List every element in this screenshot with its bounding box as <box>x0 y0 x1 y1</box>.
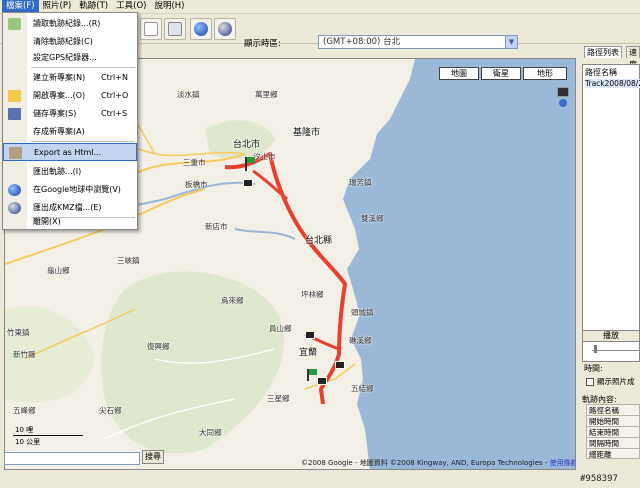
place-xindian: 新店市 <box>205 222 228 231</box>
map-type-satellite-button[interactable]: 衛星 <box>481 67 521 80</box>
place-taipei-city: 台北市 <box>233 140 261 150</box>
copyright-text: ©2008 Google - 地圖資料 ©2008 Kingway, AND, … <box>301 459 550 467</box>
map-scale: 10 哩 10 公里 <box>13 425 103 447</box>
search-button[interactable]: 搜尋 <box>142 450 164 464</box>
place-guishan: 龜山鄉 <box>47 266 70 275</box>
photo-marker-icon[interactable] <box>305 331 315 339</box>
slider-thumb[interactable] <box>594 345 597 353</box>
place-wujie: 五結鄉 <box>351 384 374 393</box>
globe-icon <box>8 184 21 196</box>
place-zhudong: 竹東鎮 <box>7 328 30 337</box>
export-html-icon <box>9 147 22 159</box>
photo-marker-icon[interactable] <box>317 377 327 385</box>
kmz-button[interactable] <box>214 18 236 40</box>
place-shuangxi: 雙溪鄉 <box>361 214 384 223</box>
search-input[interactable] <box>4 452 140 465</box>
place-sanchong: 三重市 <box>183 158 206 167</box>
timezone-value: (GMT+08:00) 台北 <box>323 37 401 47</box>
menu-item-export-track[interactable]: 匯出軌跡...(I) <box>3 163 137 181</box>
route-list[interactable]: 路徑名稱 Track2008/08/23_ <box>582 64 640 362</box>
menu-separator <box>31 67 135 68</box>
track-info-row: 開始時間 <box>586 415 640 426</box>
terms-link[interactable]: 使用條款 <box>550 459 575 467</box>
menu-item-exit[interactable]: 離開(X) <box>3 213 137 231</box>
camera-icon[interactable] <box>557 87 569 97</box>
place-jiaoxi: 礁溪鄉 <box>349 336 372 345</box>
play-button[interactable]: 播放 <box>582 330 640 342</box>
track-info-row: 結束時間 <box>586 426 640 437</box>
timezone-select[interactable]: (GMT+08:00) 台北 ▼ <box>318 35 518 49</box>
place-taipei-county: 台北縣 <box>305 236 333 246</box>
place-jianshi: 尖石鄉 <box>99 406 122 415</box>
menu-item-save-as[interactable]: 存成新專案(A) <box>3 123 137 141</box>
place-banqiao: 板橋市 <box>185 180 208 189</box>
time-label: 時間: <box>584 364 603 373</box>
place-sanxing: 三星鄉 <box>267 394 290 403</box>
album-button[interactable] <box>164 18 186 40</box>
map-type-map-button[interactable]: 地圖 <box>439 67 479 80</box>
timezone-label: 顯示時區: <box>244 39 281 49</box>
place-fuxing: 復興鄉 <box>147 342 170 351</box>
menu-item-gps-settings[interactable]: 設定GPS紀錄器... <box>3 49 137 67</box>
place-sanxia: 三峽鎮 <box>117 256 140 265</box>
menu-help[interactable]: 說明(H) <box>150 0 188 13</box>
place-pinglin: 坪林鄉 <box>301 290 324 299</box>
track-info-row: 間隔時間 <box>586 437 640 448</box>
menu-item-export-html[interactable]: Export as Html... <box>3 143 137 161</box>
show-photo-label: 顯示照片成 <box>597 377 635 386</box>
place-yilan: 宜蘭 <box>299 348 318 358</box>
place-xizhi: 汐止市 <box>253 152 276 161</box>
globe-export-icon <box>218 22 232 36</box>
place-wulai: 烏來鄉 <box>221 296 244 305</box>
google-earth-button[interactable] <box>190 18 212 40</box>
scale-bar <box>13 435 83 436</box>
right-panel: 路徑列表 速度 路徑名稱 Track2008/08/23_ 播放 時間: 顯示照… <box>580 44 640 472</box>
menu-item-save-project[interactable]: 儲存專案(S) Ctrl+S <box>3 105 137 123</box>
track-info-row: 路徑名稱 <box>586 404 640 415</box>
photo-tool-button[interactable] <box>140 18 162 40</box>
end-flag-icon <box>309 369 317 375</box>
pin-icon[interactable] <box>559 99 567 107</box>
map-type-terrain-button[interactable]: 地形 <box>523 67 567 80</box>
checkbox-icon[interactable] <box>586 377 594 386</box>
menu-item-open-project[interactable]: 開啟專案...(O) Ctrl+O <box>3 87 137 105</box>
menu-separator <box>31 141 135 142</box>
place-datong: 大同鄉 <box>199 428 222 437</box>
place-yuanshan: 員山鄉 <box>269 324 292 333</box>
watermark: #958397 <box>580 474 618 484</box>
place-wufeng: 五峰鄉 <box>13 406 36 415</box>
place-keelung: 基隆市 <box>293 128 321 138</box>
scale-km: 10 公里 <box>15 438 41 446</box>
menu-item-load-track[interactable]: 讀取軌跡紀錄...(R) <box>3 15 137 33</box>
album-icon <box>168 22 182 36</box>
place-wanli: 萬里鄉 <box>255 90 278 99</box>
map-copyright: ©2008 Google - 地圖資料 ©2008 Kingway, AND, … <box>301 458 575 468</box>
globe-icon <box>194 22 208 36</box>
start-flag-icon <box>247 157 255 163</box>
place-ruifang: 瑞芳鎮 <box>349 178 372 187</box>
floppy-icon <box>8 108 21 120</box>
file-menu-dropdown: 讀取軌跡紀錄...(R) 清除軌跡紀錄(C) 設定GPS紀錄器... 建立新專案… <box>2 12 138 230</box>
scale-miles: 10 哩 <box>15 426 34 434</box>
load-track-icon <box>8 18 21 30</box>
track-info-table: 路徑名稱 開始時間 結束時間 間隔時間 總距離 <box>586 404 640 459</box>
tab-speed[interactable]: 速度 <box>626 46 640 69</box>
place-hsinchu-county: 新竹縣 <box>13 350 36 359</box>
photo-marker-icon[interactable] <box>335 361 345 369</box>
playback-slider[interactable] <box>592 350 640 351</box>
place-tamsui: 淡水鎮 <box>177 90 200 99</box>
photo-marker-icon[interactable] <box>243 179 253 187</box>
photo-icon <box>144 22 158 36</box>
route-list-header: 路徑名稱 <box>585 68 617 77</box>
tab-route-list[interactable]: 路徑列表 <box>584 46 622 58</box>
route-list-item[interactable]: Track2008/08/23_ <box>585 79 640 88</box>
track-info-row: 總距離 <box>586 448 640 459</box>
place-toucheng: 頭城鎮 <box>351 308 374 317</box>
chevron-down-icon: ▼ <box>505 36 517 48</box>
menu-item-new-project[interactable]: 建立新專案(N) Ctrl+N <box>3 69 137 87</box>
show-photo-checkbox[interactable]: 顯示照片成 <box>586 376 635 387</box>
menu-item-view-google-earth[interactable]: 在Google地球中瀏覽(V) <box>3 181 137 199</box>
folder-icon <box>8 90 21 102</box>
